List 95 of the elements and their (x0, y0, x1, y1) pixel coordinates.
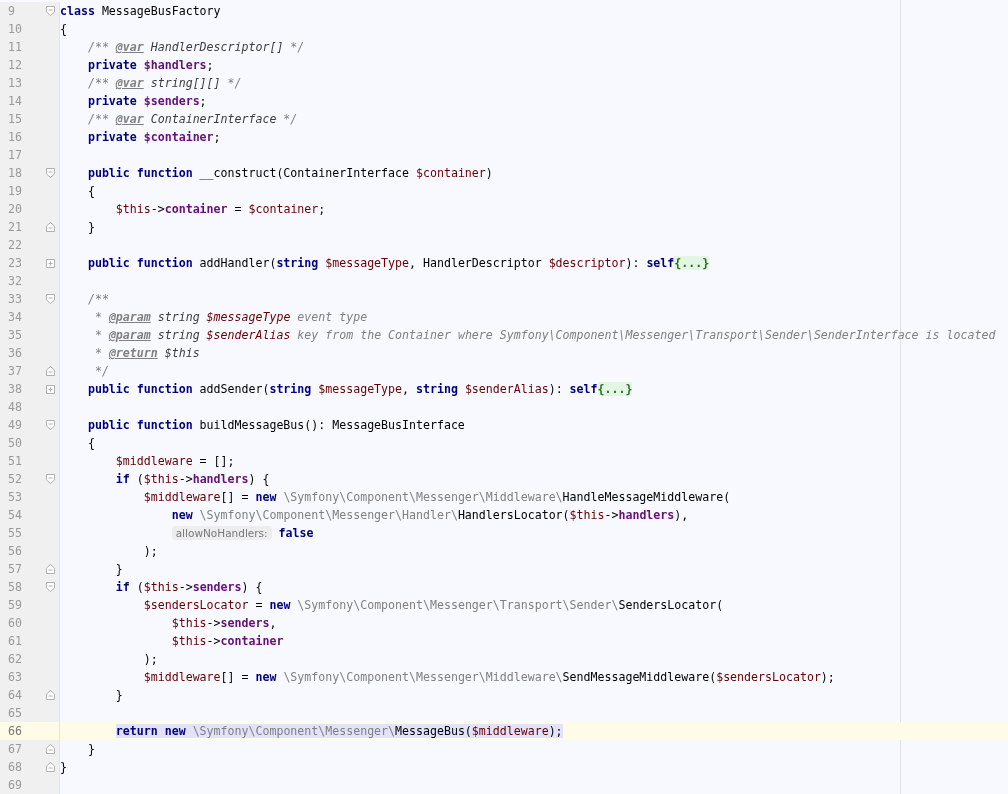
line-number: 53 (7, 489, 23, 506)
code-line: public function addSender(string $messageType, string $senderAlias): self{...} (87, 382, 633, 396)
code-line: } (115, 688, 123, 702)
line-number: 17 (7, 147, 23, 164)
expand-icon[interactable] (46, 258, 55, 268)
code-line: /** @var string[][] */ (87, 76, 242, 90)
code-line: * @return $this (94, 346, 200, 360)
code-line: $middleware = []; (115, 454, 235, 468)
fold-icon[interactable] (46, 6, 55, 16)
line-number: 49 (7, 417, 23, 434)
code-line: if ($this->handlers) { (115, 472, 270, 486)
line-number: 58 (7, 579, 23, 596)
line-number: 54 (7, 507, 23, 524)
line-number: 13 (7, 75, 23, 92)
line-number: 68 (7, 759, 23, 776)
line-number: 63 (7, 669, 23, 686)
code-line: private $container; (87, 130, 221, 144)
expand-icon[interactable] (46, 384, 55, 394)
code-line: { (87, 436, 95, 450)
line-number: 32 (7, 273, 23, 290)
fold-icon[interactable] (46, 420, 55, 430)
code-line: public function __construct(ContainerInterface $container) (87, 166, 493, 180)
fold-end-icon[interactable] (46, 744, 55, 754)
line-number: 67 (7, 741, 23, 758)
line-number: 34 (7, 309, 23, 326)
fold-icon[interactable] (46, 474, 55, 484)
code-line: ); (143, 652, 158, 666)
code-line: * @param string $messageType event type (94, 310, 368, 324)
line-number: 9 (7, 3, 16, 20)
code-line: class MessageBusFactory (60, 4, 221, 18)
fold-end-icon[interactable] (46, 762, 55, 772)
code-line: public function buildMessageBus(): MessageBusInterface (87, 418, 465, 432)
line-number: 56 (7, 543, 23, 560)
line-number: 55 (7, 525, 23, 542)
line-number: 20 (7, 201, 23, 218)
fold-end-icon[interactable] (46, 222, 55, 232)
line-number: 38 (7, 381, 23, 398)
code-line: /** @var ContainerInterface */ (87, 112, 298, 126)
code-line: ); (143, 544, 158, 558)
code-line: allowNoHandlers: false (171, 526, 314, 540)
code-line: { (87, 184, 95, 198)
line-number: 19 (7, 183, 23, 200)
line-number: 61 (7, 633, 23, 650)
line-number: 23 (7, 255, 23, 272)
code-line: new \Symfony\Component\Messenger\Handler\HandlersLocator($this->handlers), (171, 508, 689, 522)
line-number: 60 (7, 615, 23, 632)
line-number: 36 (7, 345, 23, 362)
line-number: 22 (7, 237, 23, 254)
code-line: $this->container = $container; (115, 202, 326, 216)
line-number: 11 (7, 39, 23, 56)
line-number: 37 (7, 363, 23, 380)
code-line: $this->senders, (171, 616, 277, 630)
code-line: */ (94, 364, 109, 378)
line-number: 10 (7, 21, 23, 38)
code-line: $middleware[] = new \Symfony\Component\Messenger\Middleware\HandleMessageMiddleware( (143, 490, 731, 504)
code-line: if ($this->senders) { (115, 580, 263, 594)
code-line: } (87, 220, 95, 234)
code-line: * @param string $senderAlias key from the Container where Symfony\Component\Messenger\Transport\Sender\SenderInterface is located (94, 328, 996, 342)
line-number: 48 (7, 399, 23, 416)
code-line: public function addHandler(string $messageType, HandlerDescriptor $descriptor): self{...} (87, 256, 710, 270)
code-line: { (60, 22, 67, 36)
code-line: $sendersLocator = new \Symfony\Component\Messenger\Transport\Sender\SendersLocator( (143, 598, 724, 612)
line-number: 33 (7, 291, 23, 308)
code-line: $this->container (171, 634, 284, 648)
code-line: private $handlers; (87, 58, 214, 72)
code-line: $middleware[] = new \Symfony\Component\Messenger\Middleware\SendMessageMiddleware($sendersLocator); (143, 670, 835, 684)
line-number: 15 (7, 111, 23, 128)
line-number: 50 (7, 435, 23, 452)
fold-icon[interactable] (46, 294, 55, 304)
line-number: 59 (7, 597, 23, 614)
line-number: 18 (7, 165, 23, 182)
fold-end-icon[interactable] (46, 564, 55, 574)
line-number: 64 (7, 687, 23, 704)
code-line: /** @var HandlerDescriptor[] */ (87, 40, 305, 54)
line-number: 65 (7, 705, 23, 722)
line-number: 21 (7, 219, 23, 236)
code-line: } (115, 562, 123, 576)
line-number: 12 (7, 57, 23, 74)
code-line: } (87, 742, 95, 756)
fold-end-icon[interactable] (46, 366, 55, 376)
line-number: 57 (7, 561, 23, 578)
line-number: 16 (7, 129, 23, 146)
code-line: } (60, 760, 67, 774)
line-number: 52 (7, 471, 23, 488)
line-number: 35 (7, 327, 23, 344)
line-number: 66 (7, 723, 23, 740)
fold-end-icon[interactable] (46, 690, 55, 700)
fold-icon[interactable] (46, 582, 55, 592)
code-line: /** (87, 292, 109, 306)
line-number: 62 (7, 651, 23, 668)
fold-icon[interactable] (46, 168, 55, 178)
line-number: 69 (7, 777, 23, 794)
line-number: 14 (7, 93, 23, 110)
code-line: private $senders; (87, 94, 207, 108)
line-number: 51 (7, 453, 23, 470)
